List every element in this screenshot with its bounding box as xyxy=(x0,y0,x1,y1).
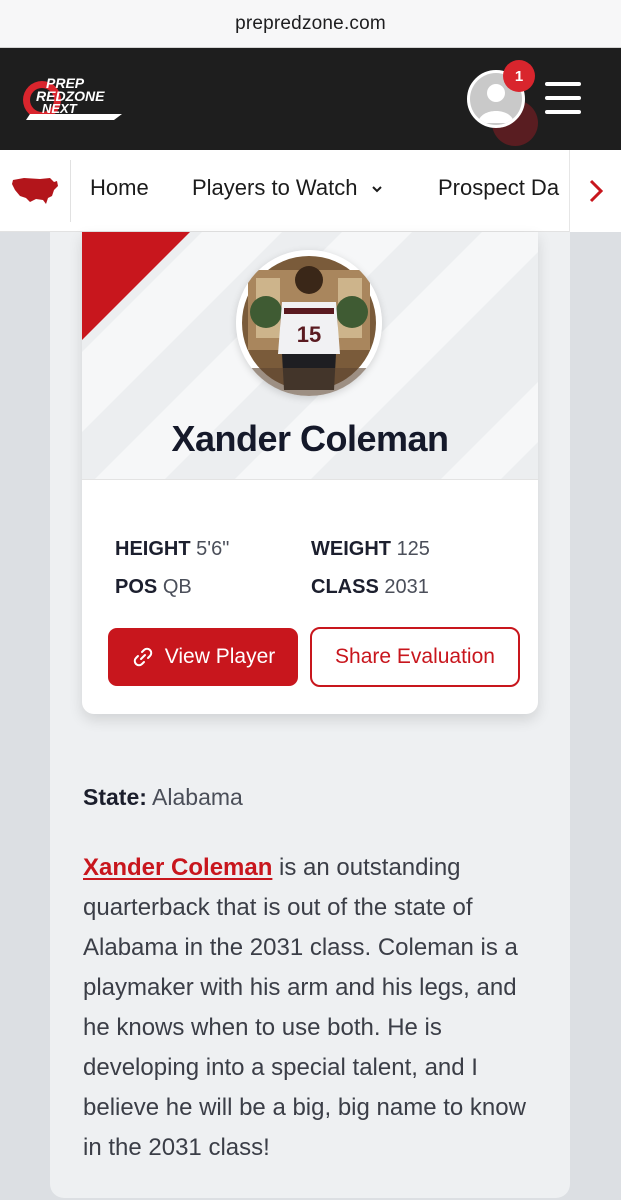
stat-pos-value: QB xyxy=(162,576,192,598)
stat-class: CLASS 2031 xyxy=(311,576,429,599)
state-value: Alabama xyxy=(152,784,243,810)
stat-class-value: 2031 xyxy=(384,576,429,598)
player-photo: 15 xyxy=(236,250,382,396)
share-evaluation-button[interactable]: Share Evaluation xyxy=(310,627,520,687)
nav-item-players-to-watch[interactable]: Players to Watch xyxy=(192,175,384,201)
svg-text:NEXT: NEXT xyxy=(42,101,78,116)
usa-map-icon[interactable] xyxy=(10,174,60,206)
player-name: Xander Coleman xyxy=(171,418,449,459)
url-text: prepredzone.com xyxy=(235,12,386,34)
stat-pos: POS QB xyxy=(115,576,192,599)
player-profile-link[interactable]: Xander Coleman xyxy=(83,854,272,881)
state-label: State: xyxy=(83,784,147,810)
nav-scroll-right-button[interactable] xyxy=(569,150,621,232)
chevron-right-icon xyxy=(589,179,603,203)
nav-item-home[interactable]: Home xyxy=(90,175,149,201)
stat-height-label: HEIGHT xyxy=(115,538,191,560)
stat-class-label: CLASS xyxy=(311,576,379,598)
hamburger-menu-icon[interactable] xyxy=(545,82,581,114)
chevron-down-icon xyxy=(371,186,382,193)
browser-url-bar[interactable]: prepredzone.com xyxy=(0,0,621,48)
stat-height: HEIGHT 5'6" xyxy=(115,538,229,561)
player-photo-image: 15 xyxy=(236,250,382,396)
notification-badge[interactable]: 1 xyxy=(503,60,535,92)
view-player-button[interactable]: View Player xyxy=(108,628,298,686)
nav-divider xyxy=(70,160,71,222)
site-logo[interactable]: PREP REDZONE NEXT xyxy=(22,70,132,130)
player-card: 15 Xander Coleman HEIGHT 5'6" WEIGHT 125… xyxy=(82,232,538,714)
player-card-header: 15 Xander Coleman xyxy=(82,232,538,480)
svg-text:15: 15 xyxy=(297,322,321,347)
stat-weight-label: WEIGHT xyxy=(311,538,391,560)
nav-item-label: Players to Watch xyxy=(192,175,358,200)
article-body: Xander Coleman is an outstanding quarter… xyxy=(83,848,533,1168)
stat-height-value: 5'6" xyxy=(196,538,230,560)
link-icon xyxy=(133,647,152,667)
view-player-label: View Player xyxy=(164,645,276,668)
state-line: State: Alabama xyxy=(83,784,243,811)
article-text: is an outstanding quarterback that is ou… xyxy=(83,854,526,1161)
stat-weight: WEIGHT 125 xyxy=(311,538,430,561)
stat-pos-label: POS xyxy=(115,576,158,598)
nav-item-prospect-database[interactable]: Prospect Da xyxy=(438,175,559,201)
stat-weight-value: 125 xyxy=(396,538,430,560)
